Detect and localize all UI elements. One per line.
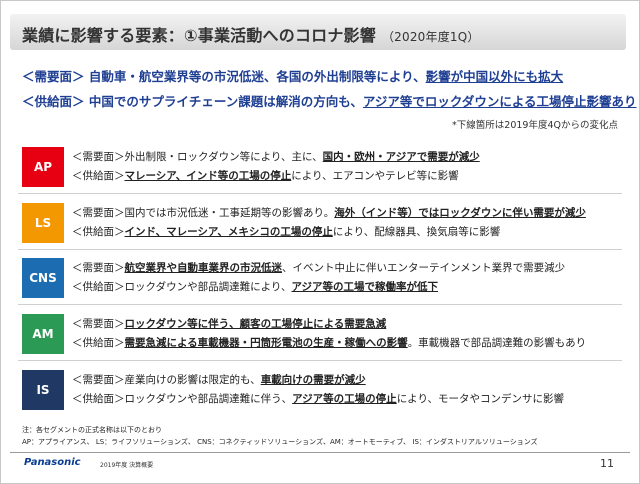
segment-row-cns: CNS ＜需要面＞航空業界や自動車業界の市況低迷、イベント中止に伴いエンターテイ… [18, 254, 622, 305]
segment-demand-ls: ＜需要面＞国内では市況低迷・工事延期等の影響あり。海外（インド等）ではロックダウ… [72, 205, 586, 220]
segment-supply-emph: アジア等の工場で稼働率が低下 [291, 281, 439, 293]
footer-text: 2019年度 決算概要 [100, 462, 154, 469]
segment-demand-prefix: ＜需要面＞産業向けの影響は限定的も、 [72, 374, 261, 386]
segment-demand-am: ＜需要面＞ロックダウン等に伴う、顧客の工場停止による需要急減 [72, 316, 386, 331]
segment-supply-am: ＜供給面＞需要急減による車載機器・円筒形電池の生産・稼働への影響。車載機器で部品… [72, 335, 586, 350]
page-title-main: 業績に影響する要素：①事業活動へのコロナ影響 [22, 26, 376, 45]
divider [18, 193, 622, 194]
segment-supply-cns: ＜供給面＞ロックダウンや部品調達難により、アジア等の工場で稼働率が低下 [72, 279, 438, 294]
segment-demand-emph: 車載向けの需要が減少 [260, 374, 366, 386]
change-note: *下線箇所は2019年度4Qからの変化点 [452, 120, 618, 131]
segment-demand-emph: 航空業界や自動車業界の市況低迷 [124, 262, 283, 274]
summary-supply-text: 中国でのサプライチェーン課題は解消の方向も、 [88, 94, 363, 109]
segment-row-ap: AP ＜需要面＞外出制限・ロックダウン等により、主に、国内・欧州・アジアで需要が… [18, 143, 622, 194]
segment-supply-prefix: ＜供給面＞ [72, 226, 125, 238]
panasonic-logo: Panasonic [24, 457, 81, 468]
segment-supply-suffix: 。車載機器で部品調達難の影響もあり [407, 337, 587, 349]
segment-supply-prefix: ＜供給面＞ロックダウンや部品調達難により、 [72, 281, 292, 293]
segment-demand-emph: ロックダウン等に伴う、顧客の工場停止による需要急減 [124, 318, 387, 330]
segment-supply-emph: 需要急減による車載機器・円筒形電池の生産・稼働への影響 [124, 337, 408, 349]
segment-demand-emph: 海外（インド等）ではロックダウンに伴い需要が減少 [334, 207, 586, 219]
footnote-title: 注：各セグメントの正式名称は以下のとおり [22, 426, 162, 434]
segment-supply-emph: アジア等の工場の停止 [292, 393, 397, 405]
divider [18, 249, 622, 250]
segment-demand-prefix: ＜需要面＞ [72, 262, 125, 274]
segment-badge-cns: CNS [22, 258, 64, 298]
page-title: 業績に影響する要素：①事業活動へのコロナ影響 （2020年度1Q） [22, 22, 480, 46]
segment-badge-am: AM [22, 314, 64, 354]
segment-demand-cns: ＜需要面＞航空業界や自動車業界の市況低迷、イベント中止に伴いエンターテインメント… [72, 260, 565, 275]
summary-demand-text: 自動車・航空業界等の市況低迷、各国の外出制限等により、 [88, 69, 426, 84]
segment-supply-emph: インド、マレーシア、メキシコの工場の停止 [124, 226, 333, 238]
summary-demand-emph: 影響が中国以外にも拡大 [425, 69, 564, 84]
segment-supply-ap: ＜供給面＞マレーシア、インド等の工場の停止により、エアコンやテレビ等に影響 [72, 168, 459, 183]
segment-demand-emph: 国内・欧州・アジアで需要が減少 [322, 151, 480, 163]
segment-demand-prefix: ＜需要面＞国内では市況低迷・工事延期等の影響あり。 [72, 207, 335, 219]
segment-supply-ls: ＜供給面＞インド、マレーシア、メキシコの工場の停止により、配線器具、換気扇等に影… [72, 224, 500, 239]
page-title-sub: （2020年度1Q） [381, 30, 480, 44]
footnote-abbreviations: AP：アプライアンス、 LS：ライフソリューションズ、 CNS：コネクティッドソ… [22, 438, 538, 446]
summary-supply-label: ＜供給面＞ [22, 94, 85, 109]
segment-row-am: AM ＜需要面＞ロックダウン等に伴う、顧客の工場停止による需要急減 ＜供給面＞需… [18, 310, 622, 361]
segment-badge-is: IS [22, 370, 64, 410]
segment-supply-suffix: により、モータやコンデンサに影響 [396, 393, 565, 405]
segment-badge-ap: AP [22, 147, 64, 187]
divider [18, 304, 622, 305]
summary-supply-emph: アジア等でロックダウンによる工場停止影響あり [362, 94, 637, 109]
summary-supply: ＜供給面＞ 中国でのサプライチェーン課題は解消の方向も、アジア等でロックダウンに… [22, 91, 637, 110]
segment-demand-is: ＜需要面＞産業向けの影響は限定的も、車載向けの需要が減少 [72, 372, 366, 387]
divider [18, 360, 622, 361]
segment-supply-suffix: により、配線器具、換気扇等に影響 [332, 226, 501, 238]
segment-supply-prefix: ＜供給面＞ロックダウンや部品調達難に伴う、 [72, 393, 293, 405]
segment-demand-prefix: ＜需要面＞外出制限・ロックダウン等により、主に、 [72, 151, 323, 163]
segment-row-is: IS ＜需要面＞産業向けの影響は限定的も、車載向けの需要が減少 ＜供給面＞ロック… [18, 366, 622, 414]
segment-supply-is: ＜供給面＞ロックダウンや部品調達難に伴う、アジア等の工場の停止により、モータやコ… [72, 391, 564, 406]
summary-demand: ＜需要面＞ 自動車・航空業界等の市況低迷、各国の外出制限等により、影響が中国以外… [22, 66, 563, 85]
segment-demand-suffix: 、イベント中止に伴いエンターテインメント業界で需要減少 [282, 262, 566, 274]
segment-supply-emph: マレーシア、インド等の工場の停止 [124, 170, 292, 182]
segment-demand-ap: ＜需要面＞外出制限・ロックダウン等により、主に、国内・欧州・アジアで需要が減少 [72, 149, 480, 164]
footer-divider [10, 452, 630, 453]
segment-row-ls: LS ＜需要面＞国内では市況低迷・工事延期等の影響あり。海外（インド等）ではロッ… [18, 199, 622, 250]
segment-badge-ls: LS [22, 203, 64, 243]
page-number: 11 [600, 457, 614, 470]
segment-supply-prefix: ＜供給面＞ [72, 170, 125, 182]
segment-demand-prefix: ＜需要面＞ [72, 318, 125, 330]
segment-supply-suffix: により、エアコンやテレビ等に影響 [291, 170, 459, 182]
segment-supply-prefix: ＜供給面＞ [72, 337, 125, 349]
summary-demand-label: ＜需要面＞ [22, 69, 85, 84]
